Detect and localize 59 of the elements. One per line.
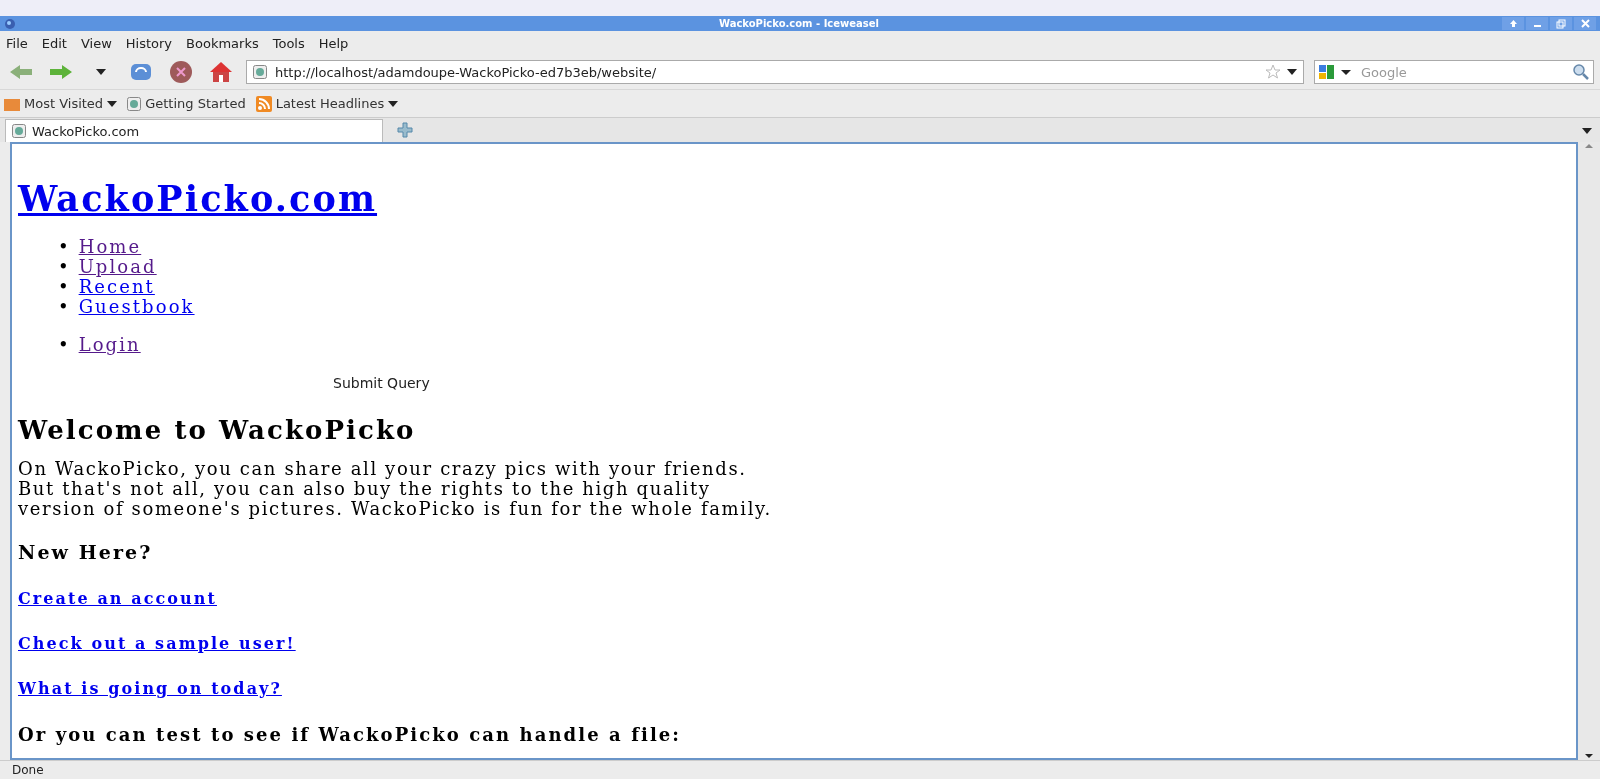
search-icon[interactable] (1573, 64, 1589, 80)
address-bar[interactable]: http://localhost/adamdoupe-WackoPicko-ed7b3eb/website/ (246, 60, 1304, 84)
up-arrow-icon (1508, 19, 1518, 28)
window-title: WackoPicko.com - Iceweasel (718, 18, 880, 29)
menu-item[interactable]: Tools (272, 35, 305, 51)
submit-button[interactable]: Submit Query (333, 375, 430, 391)
bullet: • (58, 297, 69, 317)
menu-item[interactable]: History (125, 35, 173, 51)
scrollbar[interactable] (1578, 142, 1600, 760)
status-text: Done (0, 760, 1600, 779)
close-icon (1580, 19, 1590, 28)
browser-icon (4, 17, 16, 30)
dropdown-icon (107, 100, 118, 107)
nav-link[interactable]: Recent (78, 277, 155, 297)
intro-paragraph: On WackoPicko, you can share all your crazy pics with your friends. But that's not all, you can also buy the rights to the high quality version of someone's pictures. WackoPicko is fun for the whole family. (18, 459, 773, 519)
browser-tab[interactable]: WackoPicko.com (5, 119, 383, 142)
address-field[interactable]: http://localhost/adamdoupe-WackoPicko-ed7b3eb/website/ (273, 63, 1259, 81)
restore-icon (1556, 18, 1566, 29)
new-tab-icon[interactable] (397, 122, 413, 138)
bookmark-item[interactable]: Latest Headlines (255, 95, 399, 112)
close-button[interactable] (1574, 17, 1596, 30)
menu-item[interactable]: Bookmarks (186, 35, 259, 51)
search-engine-icon[interactable] (1319, 64, 1353, 80)
dropdown-icon (388, 100, 399, 107)
bullet: • (58, 335, 69, 355)
minimize-button[interactable] (1526, 17, 1548, 30)
page-icon (127, 96, 142, 111)
login-link[interactable]: Login (78, 335, 141, 355)
star-icon[interactable] (1265, 64, 1281, 80)
bookmark-item[interactable]: Getting Started (127, 96, 246, 111)
welcome-heading: Welcome to WackoPicko (18, 415, 417, 445)
dropdown-icon (96, 69, 106, 75)
section-heading: New Here? (18, 541, 154, 563)
page-icon (253, 65, 267, 79)
section-heading: Or you can test to see if WackoPicko can handle a file: (18, 724, 683, 745)
bullet: • (58, 257, 69, 277)
page-icon (12, 124, 26, 138)
nav-link[interactable]: Home (78, 237, 142, 257)
dropdown-icon[interactable] (1287, 69, 1297, 75)
nav-link[interactable]: Upload (78, 257, 157, 277)
page-link[interactable]: Check out a sample user! (18, 634, 296, 653)
bullet: • (58, 277, 69, 297)
menu-item[interactable]: File (6, 35, 28, 51)
tab-list-icon[interactable] (1582, 128, 1592, 134)
feed-icon (255, 95, 272, 112)
maximize-button[interactable] (1550, 17, 1572, 30)
site-title-link[interactable]: WackoPicko.com (18, 178, 378, 219)
search-field[interactable]: Google (1359, 63, 1567, 81)
up-button[interactable] (1502, 17, 1524, 30)
search-bar[interactable]: Google (1314, 60, 1594, 84)
nav-link[interactable]: Guestbook (78, 297, 195, 317)
menu-item[interactable]: Edit (41, 35, 67, 51)
bookmark-item[interactable]: Most Visited (4, 96, 118, 111)
bullet: • (58, 237, 69, 257)
menu-item[interactable]: View (80, 35, 112, 51)
page-link[interactable]: Create an account (18, 589, 217, 608)
page-link[interactable]: What is going on today? (18, 679, 282, 698)
folder-icon (4, 96, 20, 111)
menu-item[interactable]: Help (318, 35, 349, 51)
